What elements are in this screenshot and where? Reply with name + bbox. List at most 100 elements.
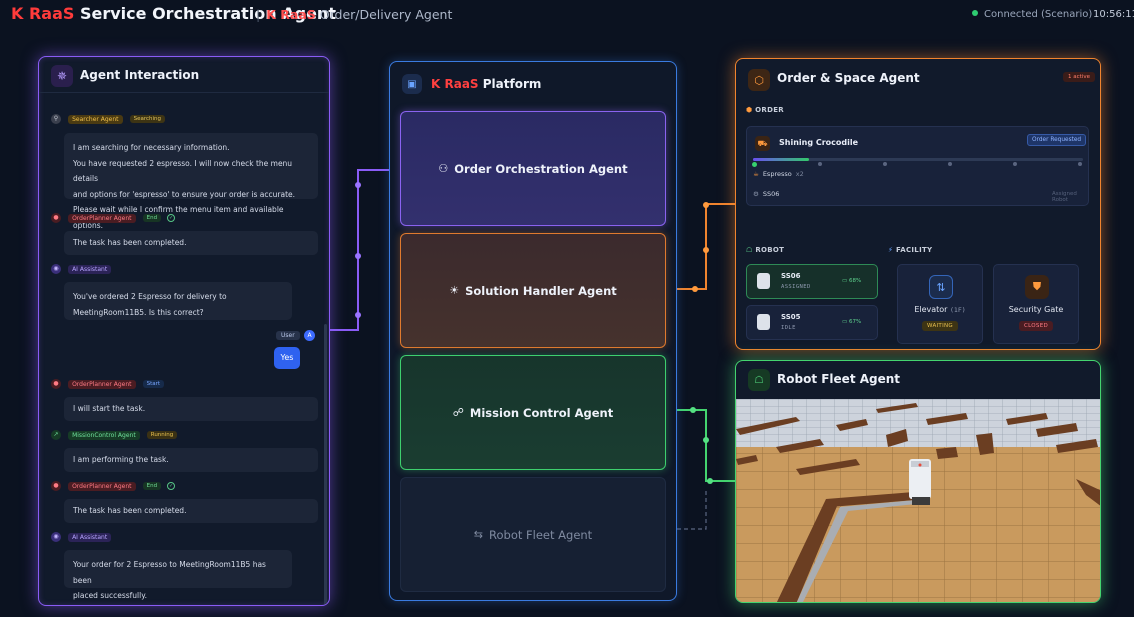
message-line: You've ordered 2 Espresso for delivery t… [73, 292, 227, 301]
robot-card-ss05[interactable]: SS05 IDLE ▭ 67% [746, 305, 878, 340]
message-header: ↗ MissionControl Agent Running [51, 430, 181, 444]
order-card[interactable]: ⛟ Shining Crocodile Order Requested ☕ Esp… [746, 126, 1089, 206]
user-reply-bubble: Yes [274, 347, 300, 369]
message-header: ● OrderPlanner Agent Start [51, 379, 168, 393]
message-line: placed successfully. [73, 591, 147, 600]
robot-id: SS06 [781, 272, 801, 280]
layout-icon: ▣ [402, 74, 422, 94]
agent-tag: AI Assistant [68, 264, 112, 274]
state-badge: Start [142, 380, 165, 388]
progress-step [1013, 162, 1017, 166]
robot-icon: ☖ [746, 246, 753, 254]
fleet-panel-title: Robot Fleet Agent [777, 372, 901, 386]
planner-icon: ● [51, 213, 61, 223]
order-progress-bar [753, 158, 1083, 161]
agent-card-label: Solution Handler Agent [465, 283, 617, 298]
battery-icon: ▭ [842, 278, 848, 284]
agent-tag: MissionControl Agent [68, 430, 140, 440]
facility-name: Elevator (1F) [898, 305, 982, 314]
battery-icon: ▭ [842, 319, 848, 325]
order-robot: ⚙ SS06 [753, 190, 779, 198]
robot-thumbnail [757, 314, 770, 330]
state-badge: Running [146, 431, 178, 439]
fleet-3d-map[interactable] [736, 399, 1101, 603]
brain-icon: ✵ [51, 65, 73, 87]
check-icon: ✓ [167, 214, 176, 222]
solution-handler-agent-card[interactable]: ☀ Solution Handler Agent [400, 233, 666, 348]
link-nodes-icon: ☍ [452, 406, 464, 419]
route-icon: ⇆ [473, 528, 484, 541]
facility-name-text: Elevator [914, 305, 948, 314]
message-bubble: I will start the task. [64, 397, 318, 421]
message-line: MeetingRoom11B5. Is this correct? [73, 307, 204, 317]
agent-card-label: Mission Control Agent [469, 405, 614, 420]
message-line: I am performing the task. [73, 455, 169, 464]
order-name: Shining Crocodile [779, 138, 859, 147]
robot-id: SS05 [781, 313, 801, 321]
assigned-robot-note: Assigned Robot [1052, 191, 1077, 203]
facility-card-security-gate[interactable]: ⛊ Security Gate CLOSED [993, 264, 1079, 344]
order-space-panel: ⬡ Order & Space Agent 1 active ⬢ ORDER ⛟… [735, 58, 1101, 350]
state-badge: End [142, 214, 162, 222]
message-header: ⚲ Searcher Agent Searching [51, 114, 169, 128]
message-line: I will start the task. [73, 404, 146, 413]
order-item: ☕ Espresso x2 [753, 170, 804, 178]
facility-card-elevator[interactable]: ⇅ Elevator (1F) WAITING [897, 264, 983, 344]
message-bubble: I am performing the task. [64, 448, 318, 472]
robot-status: ASSIGNED [781, 284, 811, 290]
user-label: User [276, 331, 300, 340]
message-bubble: The task has been completed. [64, 231, 318, 255]
robot-model [909, 459, 931, 505]
status-dot-icon [972, 10, 978, 16]
battery-value: 67% [848, 319, 862, 325]
progress-step [818, 162, 822, 166]
platform-brand: K RaaS [431, 77, 479, 91]
agent-tag: OrderPlanner Agent [68, 213, 136, 223]
facility-floor: (1F) [950, 306, 966, 314]
facility-section-label: ⚡ FACILITY [888, 246, 932, 254]
subtitle-brand: K RaaS [266, 7, 316, 22]
robot-section-label: ☖ ROBOT [746, 246, 784, 254]
truck-icon: ⛟ [755, 136, 770, 151]
chat-log[interactable]: ⚲ Searcher Agent Searching I am searchin… [39, 94, 329, 605]
message-header: ● OrderPlanner Agent End ✓ [51, 213, 176, 227]
subtitle-text: Order/Delivery Agent [319, 7, 453, 22]
order-panel-title: Order & Space Agent [777, 71, 920, 85]
agent-card-label: Robot Fleet Agent [489, 527, 593, 542]
message-bubble: The task has been completed. [64, 499, 318, 523]
state-badge: End [142, 482, 162, 490]
top-bar: K RaaS Service Orchestration Agent | K Ra… [0, 0, 1134, 30]
battery-indicator: ▭ 68% [842, 278, 861, 284]
chat-scrollbar[interactable] [324, 324, 327, 605]
state-badge: Searching [129, 115, 166, 123]
order-orchestration-agent-card[interactable]: ⚇ Order Orchestration Agent [400, 111, 666, 226]
robot-thumbnail [757, 273, 770, 289]
clock: 10:56:11 [1093, 9, 1134, 20]
robot-fleet-panel: ☖ Robot Fleet Agent [735, 360, 1101, 603]
facility-label-text: FACILITY [895, 246, 933, 254]
mission-control-agent-card[interactable]: ☍ Mission Control Agent [400, 355, 666, 470]
progress-step [948, 162, 952, 166]
assistant-icon: ◉ [51, 264, 61, 274]
facility-name: Security Gate [1008, 305, 1064, 314]
battery-value: 68% [848, 278, 862, 284]
progress-step [752, 162, 757, 167]
message-line: Your order for 2 Espresso to MeetingRoom… [73, 560, 266, 585]
order-item-name: Espresso [762, 170, 792, 178]
platform-panel: ▣ K RaaS Platform ⚇ Order Orchestration … [389, 61, 677, 601]
message-line: and options for 'espresso' to ensure you… [73, 189, 296, 199]
lightning-icon: ⚡ [888, 246, 894, 254]
order-robot-id: SS06 [762, 190, 780, 198]
agent-interaction-panel: ✵ Agent Interaction ⚲ Searcher Agent Sea… [38, 56, 330, 606]
robot-label-text: ROBOT [755, 246, 785, 254]
order-label-text: ORDER [755, 106, 784, 114]
facility-status-badge: CLOSED [1018, 321, 1054, 331]
connection-status-text: Connected (Scenario) [984, 9, 1093, 20]
message-bubble: Your order for 2 Espresso to MeetingRoom… [64, 550, 292, 600]
robot-card-ss06[interactable]: SS06 ASSIGNED ▭ 68% [746, 264, 878, 299]
shield-icon: ⛊ [1025, 275, 1049, 299]
robot-fleet-agent-card[interactable]: ⇆ Robot Fleet Agent [400, 477, 666, 592]
message-line: The task has been completed. [73, 238, 187, 247]
user-avatar: A [304, 330, 315, 341]
connection-status: Connected (Scenario) [972, 9, 1092, 20]
